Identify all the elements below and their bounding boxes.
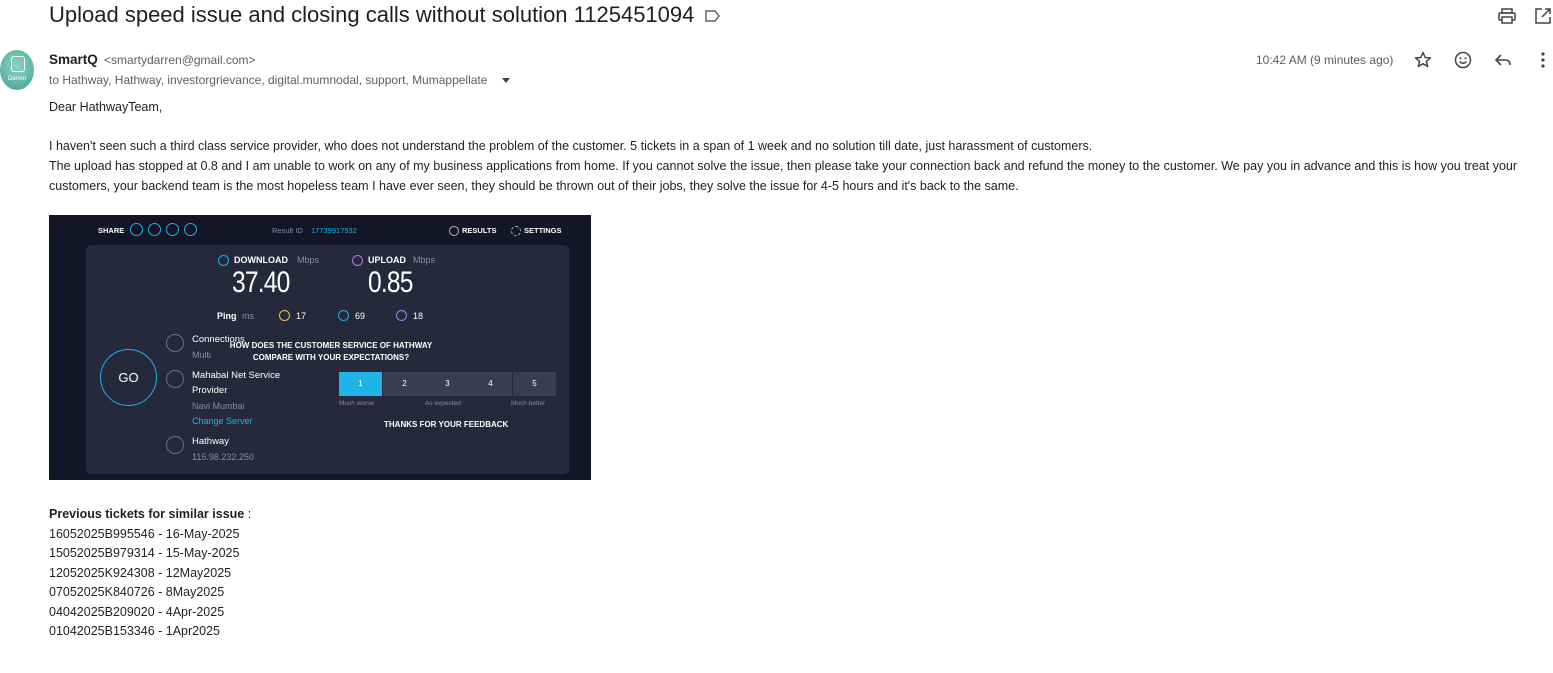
open-in-new-window-icon[interactable] <box>1533 6 1553 26</box>
globe-icon <box>166 370 184 388</box>
server-name-line2: Provider <box>192 385 228 396</box>
ping-upload-icon <box>396 310 407 321</box>
body-paragraph: The upload has stopped at 0.8 and I am u… <box>49 159 1518 193</box>
email-subject: Upload speed issue and closing calls wit… <box>49 2 695 27</box>
rating-4-button[interactable]: 4 <box>469 372 512 396</box>
ticket-item: 16052025B995546 - 16-May-2025 <box>49 527 240 541</box>
ticket-item: 01042025B153346 - 1Apr2025 <box>49 624 220 638</box>
ticket-item: 12052025K924308 - 12May2025 <box>49 566 232 580</box>
result-id-label: Result ID <box>272 226 303 235</box>
rating-3-button[interactable]: 3 <box>426 372 469 396</box>
show-details-caret-icon[interactable] <box>502 78 510 83</box>
ping-idle-value: 17 <box>296 311 307 321</box>
facebook-icon <box>166 223 179 236</box>
result-id: 17739917532 <box>311 226 357 235</box>
tickets-heading: Previous tickets for similar issue : <box>49 507 252 521</box>
ping-label: Ping <box>217 311 237 321</box>
survey-question: HOW DOES THE CUSTOMER SERVICE OF HATHWAY <box>229 341 433 350</box>
ping-idle-icon <box>279 310 290 321</box>
isp-ip: 115.98.232.250 <box>192 452 254 462</box>
rating-2-button[interactable]: 2 <box>383 372 426 396</box>
label-icon[interactable] <box>704 7 722 25</box>
settings-icon <box>511 226 521 236</box>
server-name: Mahabal Net Service <box>192 370 281 381</box>
rating-5-button[interactable]: 5 <box>513 372 556 396</box>
download-value: 37.40 <box>232 266 290 299</box>
ticket-item: 04042025B209020 - 4Apr-2025 <box>49 605 225 619</box>
upload-value: 0.85 <box>368 266 413 299</box>
speedtest-result-image[interactable]: SHARE Result ID 17739917532 RESULTS SETT… <box>49 215 591 480</box>
star-icon[interactable] <box>1413 50 1433 70</box>
scale-mid-label: As expected <box>425 400 461 407</box>
thanks-message: THANKS FOR YOUR FEEDBACK <box>384 420 509 429</box>
go-button[interactable]: GO <box>100 349 157 406</box>
ping-upload-value: 18 <box>413 311 424 321</box>
sender-email: <smartydarren@gmail.com> <box>104 53 256 67</box>
survey-question-line2: COMPARE WITH YOUR EXPECTATIONS? <box>252 353 410 362</box>
settings-label: SETTINGS <box>524 226 562 235</box>
greeting: Dear HathwayTeam, <box>49 100 163 114</box>
results-label: RESULTS <box>462 226 497 235</box>
speedtest-topbar: SHARE Result ID 17739917532 RESULTS SETT… <box>49 215 591 245</box>
share-label: SHARE <box>98 226 125 235</box>
recipients-list: to Hathway, Hathway, investorgrievance, … <box>49 73 488 87</box>
sender-name: SmartQ <box>49 52 98 67</box>
isp-name: Hathway <box>192 436 229 447</box>
scale-high-label: Much better <box>511 400 546 407</box>
body-paragraph: I haven't seen such a third class servic… <box>49 139 1093 153</box>
speedtest-panel: DOWNLOAD Mbps 37.40 UPLOAD Mbps 0.85 Pin… <box>86 245 569 474</box>
ping-download-value: 69 <box>355 311 366 321</box>
emoji-icon[interactable] <box>1453 50 1473 70</box>
connections-icon <box>166 334 184 352</box>
twitter-icon <box>148 223 161 236</box>
results-icon <box>449 226 459 236</box>
more-share-icon <box>184 223 197 236</box>
download-unit: Mbps <box>297 255 320 265</box>
avatar[interactable]: Darren <box>0 50 34 90</box>
upload-icon <box>352 255 363 266</box>
reply-icon[interactable] <box>1493 50 1513 70</box>
user-icon <box>166 436 184 454</box>
ping-unit: ms <box>242 311 254 321</box>
download-icon <box>218 255 229 266</box>
scale-low-label: Much worse <box>339 400 375 407</box>
server-location: Navi Mumbai <box>192 401 245 411</box>
change-server-link[interactable]: Change Server <box>192 416 253 426</box>
rating-1-button[interactable]: 1 <box>339 372 382 396</box>
download-label: DOWNLOAD <box>234 255 288 265</box>
link-icon <box>130 223 143 236</box>
ticket-item: 15052025B979314 - 15-May-2025 <box>49 546 240 560</box>
print-icon[interactable] <box>1497 6 1517 26</box>
ping-download-icon <box>338 310 349 321</box>
upload-label: UPLOAD <box>368 255 406 265</box>
upload-unit: Mbps <box>413 255 436 265</box>
more-vert-icon[interactable] <box>1533 50 1553 70</box>
email-timestamp: 10:42 AM (9 minutes ago) <box>1256 53 1394 67</box>
connections-value: Multi <box>192 350 212 360</box>
ticket-item: 07052025K840726 - 8May2025 <box>49 585 225 599</box>
